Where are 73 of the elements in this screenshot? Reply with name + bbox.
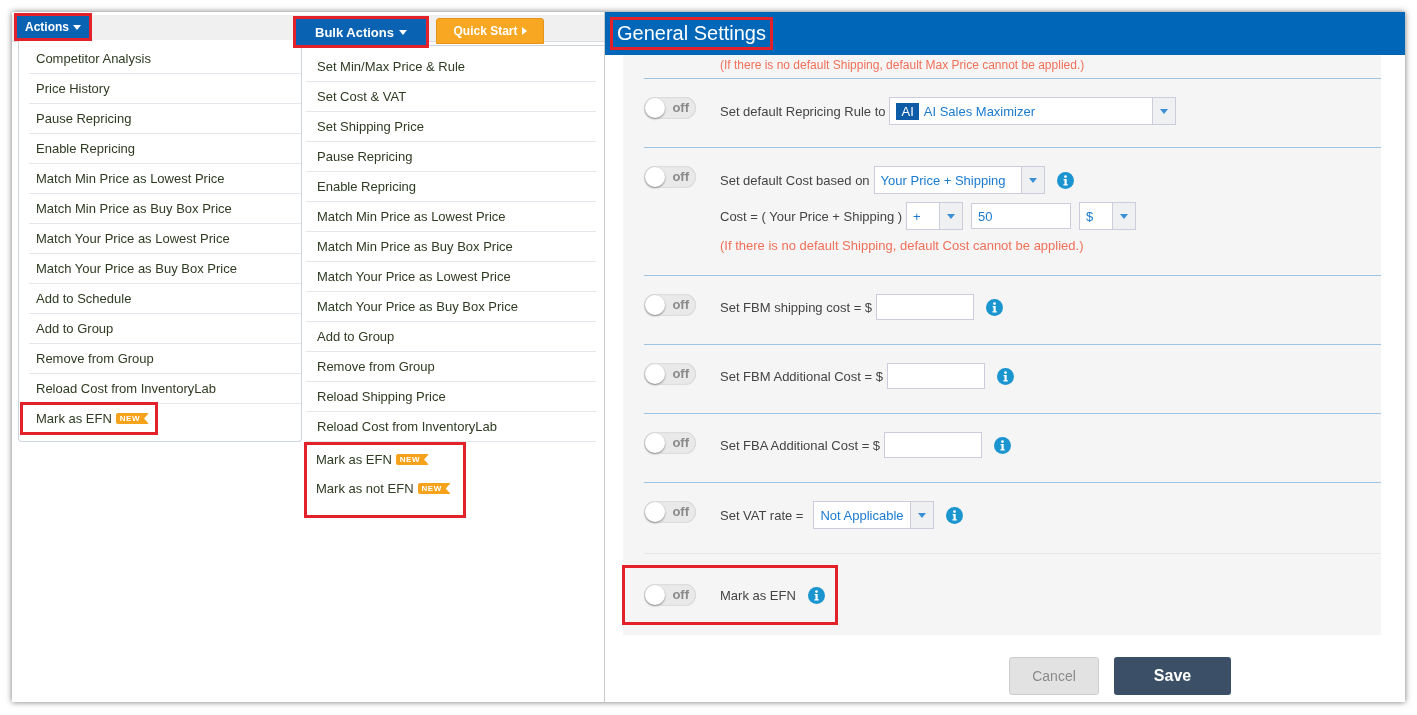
menu-item[interactable]: Enable Repricing <box>306 172 596 202</box>
setting-label: Set FBM shipping cost = $ <box>720 299 873 315</box>
menu-item[interactable]: Reload Cost from InventoryLab <box>306 412 596 442</box>
selected-value: + <box>913 208 921 224</box>
actions-button[interactable]: Actions <box>17 16 89 38</box>
menu-item[interactable]: Add to Group <box>306 322 596 352</box>
menu-item[interactable]: Set Cost & VAT <box>306 82 596 112</box>
selected-value: Your Price + Shipping <box>880 172 1006 188</box>
menu-item[interactable]: Enable Repricing <box>29 134 301 164</box>
menu-item[interactable]: Pause Repricing <box>306 142 596 172</box>
selected-value: AI Sales Maximizer <box>923 103 1036 119</box>
menu-item[interactable]: Match Min Price as Buy Box Price <box>29 194 301 224</box>
new-badge: NEW <box>417 483 451 494</box>
dropdown[interactable]: + <box>906 202 964 230</box>
menu-item[interactable]: Match Your Price as Lowest Price <box>29 224 301 254</box>
menu-item[interactable]: Match Your Price as Buy Box Price <box>29 254 301 284</box>
menu-item[interactable]: Price History <box>29 74 301 104</box>
menu-item[interactable]: Mark as not EFN NEW <box>307 474 463 503</box>
new-badge: NEW <box>395 454 429 465</box>
caret-icon <box>1120 213 1129 219</box>
menu-item[interactable]: Mark as EFN NEW <box>22 404 156 433</box>
setting-label: Set default Repricing Rule to <box>720 103 886 119</box>
caret-icon <box>399 29 407 35</box>
new-badge: NEW <box>115 413 149 424</box>
info-icon <box>807 586 825 604</box>
menu-item[interactable]: Set Min/Max Price & Rule <box>306 52 596 82</box>
menu-item[interactable]: Mark as EFN NEW <box>307 445 463 474</box>
caret-icon <box>1028 177 1037 183</box>
menu-item[interactable]: Add to Schedule <box>29 284 301 314</box>
setting-label: Set default Cost based on <box>720 172 870 188</box>
menu-item[interactable]: Match Your Price as Lowest Price <box>306 262 596 292</box>
dropdown[interactable]: $ <box>1079 202 1137 230</box>
setting-label: Mark as EFN <box>720 587 796 603</box>
formula-label: Cost = ( Your Price + Shipping ) <box>720 208 903 224</box>
selected-value: $ <box>1086 208 1094 224</box>
menu-item[interactable]: Add to Group <box>29 314 301 344</box>
info-icon <box>1056 171 1074 189</box>
dropdown[interactable]: Your Price + Shipping <box>873 166 1045 194</box>
input-field[interactable] <box>884 432 983 458</box>
menu-item[interactable]: Match Your Price as Buy Box Price <box>306 292 596 322</box>
caret-icon <box>947 213 956 219</box>
menu-item[interactable]: Reload Shipping Price <box>306 382 596 412</box>
settings-title: General Settings <box>613 20 770 47</box>
save-button[interactable]: Save <box>1114 657 1231 695</box>
dropdown[interactable]: AI AI Sales Maximizer <box>889 97 1177 125</box>
setting-label: Set FBM Additional Cost = $ <box>720 368 883 384</box>
dropdown[interactable]: Not Applicable <box>813 501 934 529</box>
ai-tag: AI <box>896 102 919 120</box>
menu-item[interactable]: Match Min Price as Lowest Price <box>306 202 596 232</box>
info-icon <box>996 367 1014 385</box>
setting-label: Set VAT rate = <box>720 507 804 523</box>
caret-icon <box>917 512 926 518</box>
play-icon <box>521 27 527 35</box>
menu-item[interactable]: Remove from Group <box>306 352 596 382</box>
setting-label: Set FBA Additional Cost = $ <box>720 437 881 453</box>
caret-icon <box>73 24 81 30</box>
warning-note: (If there is no default Shipping, default Cost cannot be applied.) <box>720 238 1085 253</box>
info-icon <box>945 506 963 524</box>
menu-item[interactable]: Match Min Price as Buy Box Price <box>306 232 596 262</box>
amount-field[interactable]: 50 <box>971 203 1072 229</box>
info-icon <box>994 436 1012 454</box>
menu-item[interactable]: Remove from Group <box>29 344 301 374</box>
menu-item[interactable]: Reload Cost from InventoryLab <box>29 374 301 404</box>
bulk-actions-button[interactable]: Bulk Actions <box>296 19 426 45</box>
warning-note: (If there is no default Shipping, default Max Price cannot be applied.) <box>720 58 1086 72</box>
caret-icon <box>1160 108 1169 114</box>
selected-value: Not Applicable <box>820 507 904 523</box>
menu-item[interactable]: Pause Repricing <box>29 104 301 134</box>
info-icon <box>986 298 1004 316</box>
menu-item[interactable]: Set Shipping Price <box>306 112 596 142</box>
menu-item[interactable]: Match Min Price as Lowest Price <box>29 164 301 194</box>
input-field[interactable] <box>886 363 985 389</box>
input-field[interactable] <box>876 294 975 320</box>
